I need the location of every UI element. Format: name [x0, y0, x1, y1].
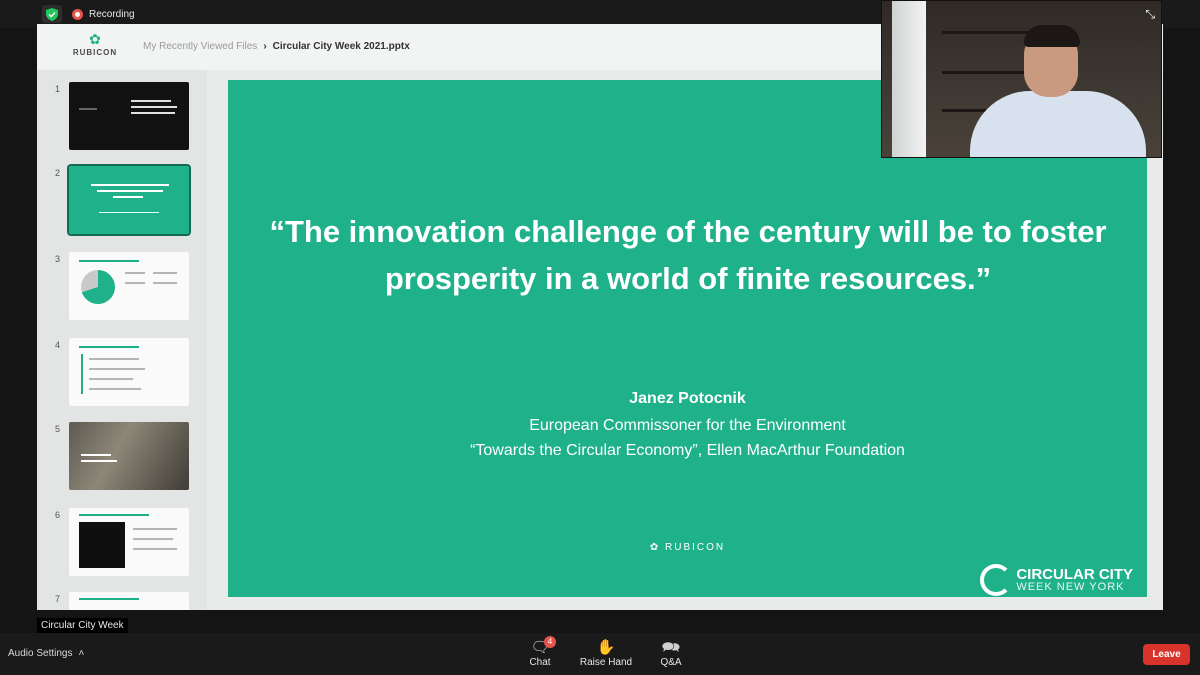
- chat-button[interactable]: 🗨 4 Chat: [510, 636, 570, 668]
- shield-check-icon[interactable]: [42, 5, 62, 23]
- circular-swirl-icon: [980, 564, 1013, 596]
- circular-city-week-logo: CIRCULAR CITY WEEK NEW YORK: [980, 564, 1133, 596]
- thumbnail-image: [69, 422, 189, 490]
- thumbnail-image: [67, 164, 191, 236]
- thumbnail-5[interactable]: 5: [55, 422, 189, 490]
- quote-source: “Towards the Circular Economy”, Ellen Ma…: [470, 442, 905, 459]
- slide-rubicon-logo: ✿ RUBICON: [228, 542, 1147, 553]
- qa-button[interactable]: 🗪 Q&A: [641, 639, 701, 668]
- thumbnail-6[interactable]: 6: [55, 508, 189, 576]
- speaker-body: [970, 91, 1146, 157]
- thumbnail-number: 3: [55, 254, 61, 264]
- thumbnail-number: 4: [55, 340, 61, 350]
- slide-quote: “The innovation challenge of the century…: [269, 214, 1107, 296]
- chevron-right-icon: ›: [263, 41, 267, 52]
- chat-unread-badge: 4: [544, 636, 556, 648]
- chevron-up-icon: ˄: [78, 648, 85, 659]
- breadcrumb-current: Circular City Week 2021.pptx: [272, 41, 410, 52]
- qa-label: Q&A: [660, 657, 682, 668]
- participant-name-tag: Circular City Week: [37, 618, 128, 634]
- rubicon-logo-icon: ✿: [649, 542, 661, 553]
- event-logo-line1: CIRCULAR CITY: [1016, 566, 1133, 583]
- speaker-video[interactable]: ⤡: [881, 0, 1162, 158]
- chat-label: Chat: [529, 657, 551, 668]
- audio-settings-label: Audio Settings: [8, 648, 73, 659]
- raise-hand-button[interactable]: ✋ Raise Hand: [576, 639, 636, 668]
- chat-bubble-icon: 🗨: [530, 639, 550, 656]
- thumbnail-7[interactable]: 7: [55, 592, 189, 610]
- qa-bubbles-icon: 🗪: [661, 639, 681, 656]
- thumbnail-1[interactable]: 1: [55, 82, 189, 150]
- thumbnail-image: [69, 592, 189, 610]
- thumbnail-number: 6: [55, 510, 61, 520]
- author-role: European Commissoner for the Environment: [529, 417, 846, 434]
- rubicon-logo-icon: ✿: [89, 31, 101, 47]
- rubicon-logo[interactable]: ✿ RUBICON: [65, 32, 125, 57]
- thumbnail-image: [69, 252, 189, 320]
- speaker-hair: [1024, 25, 1080, 47]
- event-logo-line2: WEEK NEW YORK: [1016, 581, 1125, 593]
- leave-button[interactable]: Leave: [1143, 644, 1190, 665]
- hand-icon: ✋: [596, 639, 616, 656]
- thumbnail-number: 7: [55, 594, 61, 604]
- thumbnail-image: [69, 338, 189, 406]
- audio-settings-button[interactable]: Audio Settings ˄: [8, 648, 84, 659]
- quote-author: Janez Potocnik: [629, 390, 746, 407]
- rubicon-logo-text: RUBICON: [72, 48, 118, 57]
- thumbnail-2[interactable]: 2: [55, 164, 191, 236]
- breadcrumb: My Recently Viewed Files › Circular City…: [143, 41, 410, 52]
- thumbnail-number: 5: [55, 424, 61, 434]
- background-window: [892, 1, 926, 157]
- thumbnail-4[interactable]: 4: [55, 338, 189, 406]
- meeting-controls-bar: Audio Settings ˄ 🗨 4 Chat ✋ Raise Hand 🗪…: [0, 633, 1200, 675]
- recording-icon: [72, 8, 83, 20]
- expand-arrows-icon[interactable]: ⤡: [1145, 7, 1155, 22]
- thumbnail-3[interactable]: 3: [55, 252, 189, 320]
- thumbnail-image: [69, 82, 189, 150]
- recording-label: Recording: [89, 8, 135, 20]
- slide-logo-text: RUBICON: [665, 542, 726, 553]
- slide-thumbnail-panel: 1 2 3 4 5 6 7: [37, 70, 207, 610]
- recording-indicator[interactable]: Recording: [68, 5, 141, 23]
- thumbnail-number: 2: [55, 168, 61, 178]
- raise-hand-label: Raise Hand: [579, 657, 633, 668]
- thumbnail-image: [69, 508, 189, 576]
- breadcrumb-parent[interactable]: My Recently Viewed Files: [143, 41, 257, 52]
- thumbnail-number: 1: [55, 84, 61, 94]
